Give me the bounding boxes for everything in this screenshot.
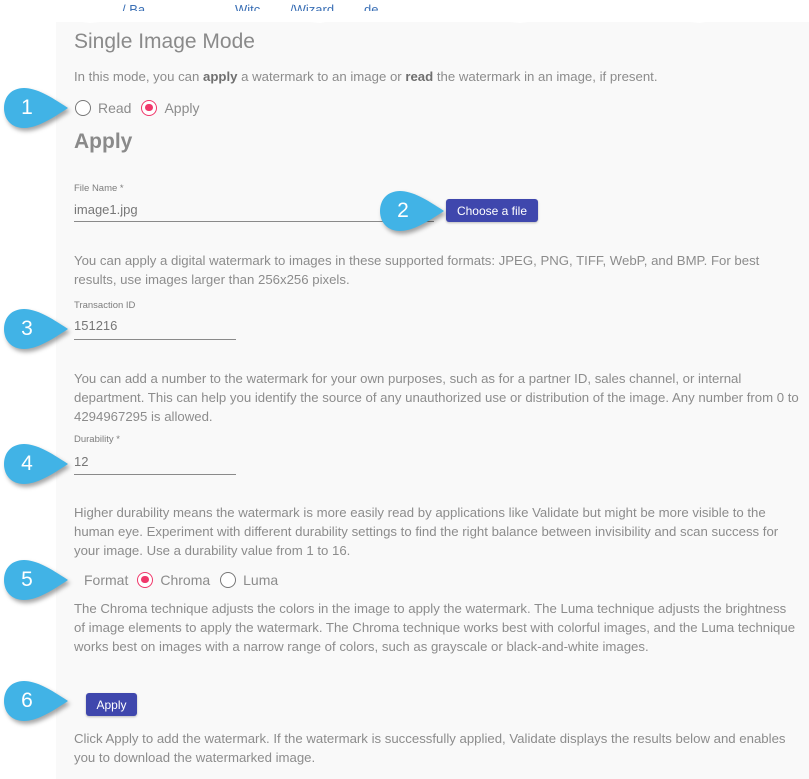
intro-keyword-read: read [405, 69, 434, 84]
screenshot-stage: / Ba Witc /Wizard de Single Image Mode I… [0, 0, 809, 779]
callout-number: 5 [21, 568, 33, 591]
callout-bubble: 1 [2, 86, 76, 130]
durability-label: Durability * [74, 434, 120, 445]
format-radio-luma[interactable]: Luma [220, 572, 278, 588]
choose-file-button[interactable]: Choose a file [446, 199, 538, 222]
callout-number: 6 [21, 689, 33, 712]
format-label: Format [84, 572, 129, 588]
file-name-label: File Name * [74, 183, 124, 194]
durability-field[interactable]: 12 [74, 454, 236, 469]
intro-keyword-apply: apply [203, 69, 238, 84]
callout-bubble: 3 [2, 307, 76, 351]
intro-text: In this mode, you can [74, 69, 204, 84]
radio-label: Read [98, 100, 132, 116]
radio-checked-icon[interactable] [137, 572, 154, 588]
radio-label: Apply [164, 100, 200, 116]
radio-checked-icon[interactable] [141, 100, 158, 116]
callout-number: 2 [397, 199, 409, 222]
apply-button[interactable]: Apply [86, 693, 137, 716]
callout-bubble: 2 [378, 189, 452, 233]
intro-text: the watermark in an image, if present. [433, 69, 658, 84]
mode-radio-group: Read Apply [75, 100, 210, 116]
transaction-id-label: Transaction ID [74, 300, 136, 311]
callout-number: 4 [21, 452, 33, 475]
radio-unchecked-icon[interactable] [220, 572, 237, 588]
format-radio-group: Format Chroma Luma [84, 572, 288, 588]
format-help-text: The Chroma technique adjusts the colors … [74, 601, 796, 654]
formats-help-text: You can apply a digital watermark to ima… [74, 253, 760, 287]
durability-help-text: Higher durability means the watermark is… [74, 505, 779, 558]
radio-unchecked-icon[interactable] [75, 100, 91, 116]
apply-help-text: Click Apply to add the watermark. If the… [74, 731, 786, 765]
callout-bubble: 4 [2, 442, 76, 486]
callout-number: 1 [21, 96, 33, 119]
mode-intro-text: In this mode, you can apply a watermark … [74, 67, 799, 86]
transaction-id-field[interactable]: 151216 [74, 318, 236, 333]
transaction-help-text: You can add a number to the watermark fo… [74, 371, 799, 424]
mode-radio-read[interactable]: Read [75, 100, 131, 116]
format-radio-chroma[interactable]: Chroma [137, 572, 210, 588]
page-title: Single Image Mode [74, 30, 255, 53]
transaction-id-underline [74, 339, 236, 340]
torn-edge-decoration [0, 14, 809, 23]
apply-section-heading: Apply [74, 130, 133, 153]
intro-text: a watermark to an image or [237, 69, 406, 84]
callout-bubble: 5 [2, 558, 76, 602]
callout-bubble: 6 [2, 679, 76, 723]
durability-underline [74, 474, 236, 475]
callout-number: 3 [21, 317, 33, 340]
radio-label: Chroma [160, 572, 211, 588]
mode-radio-apply[interactable]: Apply [141, 100, 200, 116]
radio-label: Luma [243, 572, 279, 588]
